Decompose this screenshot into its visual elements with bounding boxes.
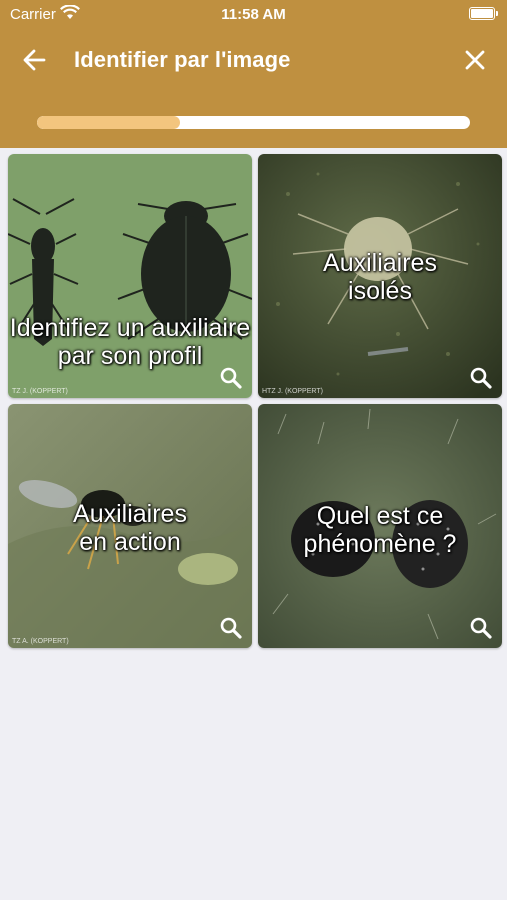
card-label-line1: Identifiez un auxiliaire xyxy=(9,314,251,342)
back-button[interactable] xyxy=(18,44,54,76)
arrow-left-icon xyxy=(23,49,46,71)
card-label-line2: par son profil xyxy=(57,342,203,370)
card-label-line1: Auxiliaires xyxy=(73,500,187,528)
close-button[interactable] xyxy=(459,44,491,76)
card-label-line2: en action xyxy=(79,528,181,556)
photo-credit: HTZ J. (KOPPERT) xyxy=(262,388,323,395)
card-action[interactable]: Auxiliaires en action TZ A. (KOPPERT) xyxy=(8,404,252,648)
status-time: 11:58 AM xyxy=(221,6,286,23)
battery-icon xyxy=(469,7,498,20)
card-isolated[interactable]: Auxiliaires isolés HTZ J. (KOPPERT) xyxy=(258,154,502,398)
status-bar: Carrier 11:58 AM xyxy=(0,0,507,28)
search-icon xyxy=(220,367,242,389)
card-label: Auxiliaires en action xyxy=(8,500,252,556)
card-label-line2: phénomène ? xyxy=(303,530,457,558)
card-label-line1: Auxiliaires xyxy=(323,249,437,277)
photo-credit: TZ J. (KOPPERT) xyxy=(12,388,68,395)
card-phenomenon[interactable]: Quel est ce phénomène ? xyxy=(258,404,502,648)
photo-credit: TZ A. (KOPPERT) xyxy=(12,638,69,645)
progress-bar xyxy=(37,116,470,129)
search-icon xyxy=(470,617,492,639)
progress-fill xyxy=(37,116,180,129)
header: Carrier 11:58 AM Identifier par l'image xyxy=(0,0,507,148)
card-label: Quel est ce phénomène ? xyxy=(258,502,502,558)
close-icon xyxy=(465,50,485,70)
nav-bar: Identifier par l'image xyxy=(0,36,507,84)
card-label: Identifiez un auxiliaire par son profil xyxy=(8,314,252,370)
page-title: Identifier par l'image xyxy=(74,47,291,72)
card-label: Auxiliaires isolés xyxy=(258,249,502,305)
card-profile[interactable]: Identifiez un auxiliaire par son profil … xyxy=(8,154,252,398)
card-label-line1: Quel est ce xyxy=(316,502,444,530)
search-icon xyxy=(220,617,242,639)
search-icon xyxy=(470,367,492,389)
card-label-line2: isolés xyxy=(348,277,412,305)
